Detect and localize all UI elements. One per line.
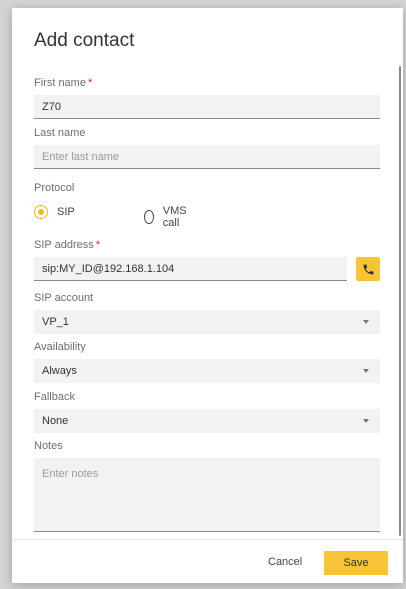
add-contact-dialog: Add contact First name * Z70 Last name En… xyxy=(12,8,403,583)
first-name-label: First name * xyxy=(34,77,93,89)
phone-icon xyxy=(363,264,373,274)
sip-account-label: SIP account xyxy=(34,292,94,304)
chevron-down-icon xyxy=(363,320,369,324)
fallback-value: None xyxy=(42,415,69,427)
chevron-down-icon xyxy=(363,419,369,423)
radio-sip-indicator xyxy=(34,205,48,219)
last-name-input[interactable]: Enter last name xyxy=(34,145,380,169)
sip-account-select[interactable]: VP_1 xyxy=(34,310,380,334)
scrollbar[interactable] xyxy=(399,66,401,536)
radio-vms-call-indicator xyxy=(144,210,154,224)
call-button[interactable] xyxy=(356,257,380,281)
first-name-input[interactable]: Z70 xyxy=(34,95,380,119)
last-name-label: Last name xyxy=(34,127,86,139)
footer-divider xyxy=(12,539,403,540)
cancel-button[interactable]: Cancel xyxy=(268,556,302,568)
fallback-label: Fallback xyxy=(34,391,75,403)
required-marker: * xyxy=(87,77,93,89)
fallback-select[interactable]: None xyxy=(34,409,380,433)
dialog-title: Add contact xyxy=(34,30,135,51)
sip-address-input[interactable]: sip:MY_ID@192.168.1.104 xyxy=(34,257,347,281)
protocol-label: Protocol xyxy=(34,182,75,194)
radio-sip-label: SIP xyxy=(57,206,75,218)
radio-vms-call[interactable]: VMS call xyxy=(144,205,191,229)
availability-value: Always xyxy=(42,365,77,377)
notes-label: Notes xyxy=(34,440,63,452)
radio-sip[interactable]: SIP xyxy=(34,205,75,219)
chevron-down-icon xyxy=(363,369,369,373)
radio-vms-call-label: VMS call xyxy=(162,205,187,229)
sip-address-label: SIP address * xyxy=(34,239,101,251)
save-button[interactable]: Save xyxy=(324,551,388,575)
notes-textarea[interactable]: Enter notes xyxy=(34,458,380,532)
sip-account-value: VP_1 xyxy=(42,316,69,328)
required-marker: * xyxy=(95,239,101,251)
availability-select[interactable]: Always xyxy=(34,359,380,383)
availability-label: Availability xyxy=(34,341,86,353)
